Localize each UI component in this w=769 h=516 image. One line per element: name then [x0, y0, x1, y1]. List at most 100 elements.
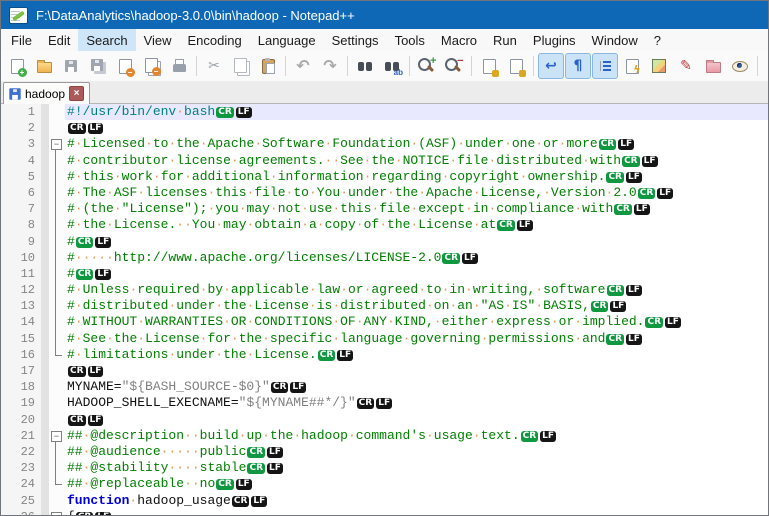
code-text[interactable]: function·hadoop_usage CR LF: [65, 493, 768, 509]
code-text[interactable]: ##·@stability····stable CR LF: [65, 460, 768, 476]
bookmark-margin[interactable]: [41, 104, 49, 121]
line-number[interactable]: 15: [1, 330, 41, 347]
code-text[interactable]: ##·@replaceable··no CR LF: [65, 476, 768, 492]
code-line[interactable]: 3− #·Licensed·to·the·Apache·Software·Foun…: [1, 136, 768, 153]
line-number[interactable]: 24: [1, 476, 41, 493]
tab-hadoop[interactable]: hadoop: [3, 82, 91, 104]
toolbar-folder-as-workspace-icon[interactable]: [700, 53, 726, 79]
code-text[interactable]: MYNAME="${BASH_SOURCE-$0}" CR LF: [65, 379, 768, 395]
bookmark-margin[interactable]: [41, 476, 49, 493]
bookmark-margin[interactable]: [41, 152, 49, 169]
toolbar-new-file-icon[interactable]: [4, 53, 30, 79]
code-line[interactable]: 9 # CR LF: [1, 233, 768, 250]
fold-margin[interactable]: [49, 411, 65, 428]
menu-item-view[interactable]: View: [136, 29, 180, 51]
bookmark-margin[interactable]: [41, 233, 49, 250]
code-line[interactable]: 16 #·limitations·under·the·License. CR LF: [1, 346, 768, 363]
toolbar-document-monitoring-icon[interactable]: [727, 53, 753, 79]
toolbar-find-icon[interactable]: [352, 53, 378, 79]
code-text[interactable]: #·WITHOUT·WARRANTIES·OR·CONDITIONS·OF·AN…: [65, 314, 768, 330]
bookmark-margin[interactable]: [41, 217, 49, 234]
bookmark-margin[interactable]: [41, 330, 49, 347]
fold-collapse-icon[interactable]: −: [51, 430, 62, 442]
code-line[interactable]: 21− ##·@description··build·up·the·hadoop·…: [1, 427, 768, 445]
code-line[interactable]: 24 ##·@replaceable··no CR LF: [1, 476, 768, 493]
fold-margin[interactable]: [49, 233, 65, 250]
fold-margin[interactable]: [49, 152, 65, 169]
line-number[interactable]: 18: [1, 379, 41, 396]
code-line[interactable]: 4 #·contributor·license·agreements.··See·…: [1, 152, 768, 169]
code-text[interactable]: #·····http://www.apache.org/licenses/LIC…: [65, 250, 768, 266]
line-number[interactable]: 8: [1, 217, 41, 234]
bookmark-margin[interactable]: [41, 411, 49, 428]
menu-item-tools[interactable]: Tools: [387, 29, 433, 51]
fold-margin[interactable]: −: [49, 136, 65, 153]
fold-margin[interactable]: [49, 120, 65, 137]
menu-item-search[interactable]: Search: [78, 29, 136, 51]
fold-margin[interactable]: −: [49, 427, 65, 445]
fold-margin[interactable]: [49, 443, 65, 461]
bookmark-margin[interactable]: [41, 460, 49, 477]
code-text[interactable]: #·contributor·license·agreements.··See·t…: [65, 153, 768, 169]
code-text[interactable]: #·The·ASF·licenses·this·file·to·You·unde…: [65, 185, 768, 201]
code-text[interactable]: #·See·the·License·for·the·specific·langu…: [65, 331, 768, 347]
fold-margin[interactable]: [49, 395, 65, 412]
bookmark-margin[interactable]: [41, 363, 49, 380]
bookmark-margin[interactable]: [41, 427, 49, 444]
bookmark-margin[interactable]: [41, 346, 49, 363]
line-number[interactable]: 26: [1, 508, 41, 515]
code-line[interactable]: 18 MYNAME="${BASH_SOURCE-$0}" CR LF: [1, 379, 768, 396]
line-number[interactable]: 13: [1, 298, 41, 315]
code-line[interactable]: 6 #·The·ASF·licenses·this·file·to·You·und…: [1, 184, 768, 202]
toolbar-close-all-icon[interactable]: [139, 53, 165, 79]
line-number[interactable]: 21: [1, 427, 41, 444]
fold-margin[interactable]: [49, 346, 65, 363]
fold-margin[interactable]: [49, 201, 65, 218]
menu-item-macro[interactable]: Macro: [433, 29, 485, 51]
fold-margin[interactable]: [49, 104, 65, 121]
line-number[interactable]: 16: [1, 346, 41, 363]
bookmark-margin[interactable]: [41, 395, 49, 412]
bookmark-margin[interactable]: [41, 379, 49, 396]
menu-item-settings[interactable]: Settings: [324, 29, 387, 51]
fold-collapse-icon[interactable]: −: [51, 139, 62, 151]
code-text[interactable]: CR LF: [65, 363, 768, 379]
line-number[interactable]: 12: [1, 282, 41, 299]
bookmark-margin[interactable]: [41, 265, 49, 283]
line-number[interactable]: 23: [1, 460, 41, 477]
editor[interactable]: 1 #!/usr/bin/env·bash CR LF 2 CR LF 3− #·License…: [1, 104, 768, 515]
fold-margin[interactable]: [49, 184, 65, 202]
code-text[interactable]: CR LF: [65, 412, 768, 428]
code-line[interactable]: 5 #·this·work·for·additional·information·…: [1, 168, 768, 186]
fold-margin[interactable]: [49, 249, 65, 267]
line-number[interactable]: 6: [1, 184, 41, 202]
toolbar-open-file-icon[interactable]: [31, 53, 57, 79]
code-line[interactable]: 8 #·the·License.··You·may·obtain·a·copy·o…: [1, 217, 768, 234]
fold-margin[interactable]: [49, 168, 65, 186]
toolbar-zoom-out-icon[interactable]: −: [441, 53, 467, 79]
fold-margin[interactable]: −: [49, 508, 65, 515]
code-text[interactable]: #·distributed·under·the·License·is·distr…: [65, 298, 768, 314]
code-line[interactable]: 12 #·Unless·required·by·applicable·law·or…: [1, 282, 768, 299]
code-line[interactable]: 26 −{CRLF: [1, 508, 768, 515]
fold-margin[interactable]: [49, 314, 65, 331]
toolbar-close-file-icon[interactable]: [112, 53, 138, 79]
line-number[interactable]: 11: [1, 265, 41, 283]
menu-item-plugins[interactable]: Plugins: [525, 29, 584, 51]
menu-item-file[interactable]: File: [3, 29, 40, 51]
bookmark-margin[interactable]: [41, 508, 49, 515]
bookmark-margin[interactable]: [41, 120, 49, 137]
toolbar-paste-icon[interactable]: [255, 53, 281, 79]
menu-item-edit[interactable]: Edit: [40, 29, 78, 51]
line-number[interactable]: 5: [1, 168, 41, 185]
line-number[interactable]: 19: [1, 395, 41, 412]
bookmark-margin[interactable]: [41, 314, 49, 331]
code-text[interactable]: #!/usr/bin/env·bash CR LF: [65, 104, 768, 121]
line-number[interactable]: 17: [1, 363, 41, 380]
code-text[interactable]: ##·@audience·····public CR LF: [65, 444, 768, 460]
code-text[interactable]: #·Unless·required·by·applicable·law·or·a…: [65, 282, 768, 298]
code-text[interactable]: #·this·work·for·additional·information·r…: [65, 169, 768, 185]
bookmark-margin[interactable]: [41, 298, 49, 315]
code-text[interactable]: ##·@description··build·up·the·hadoop·com…: [65, 428, 768, 444]
code-text[interactable]: HADOOP_SHELL_EXECNAME="${MYNAME##*/}" CR L…: [65, 395, 768, 411]
